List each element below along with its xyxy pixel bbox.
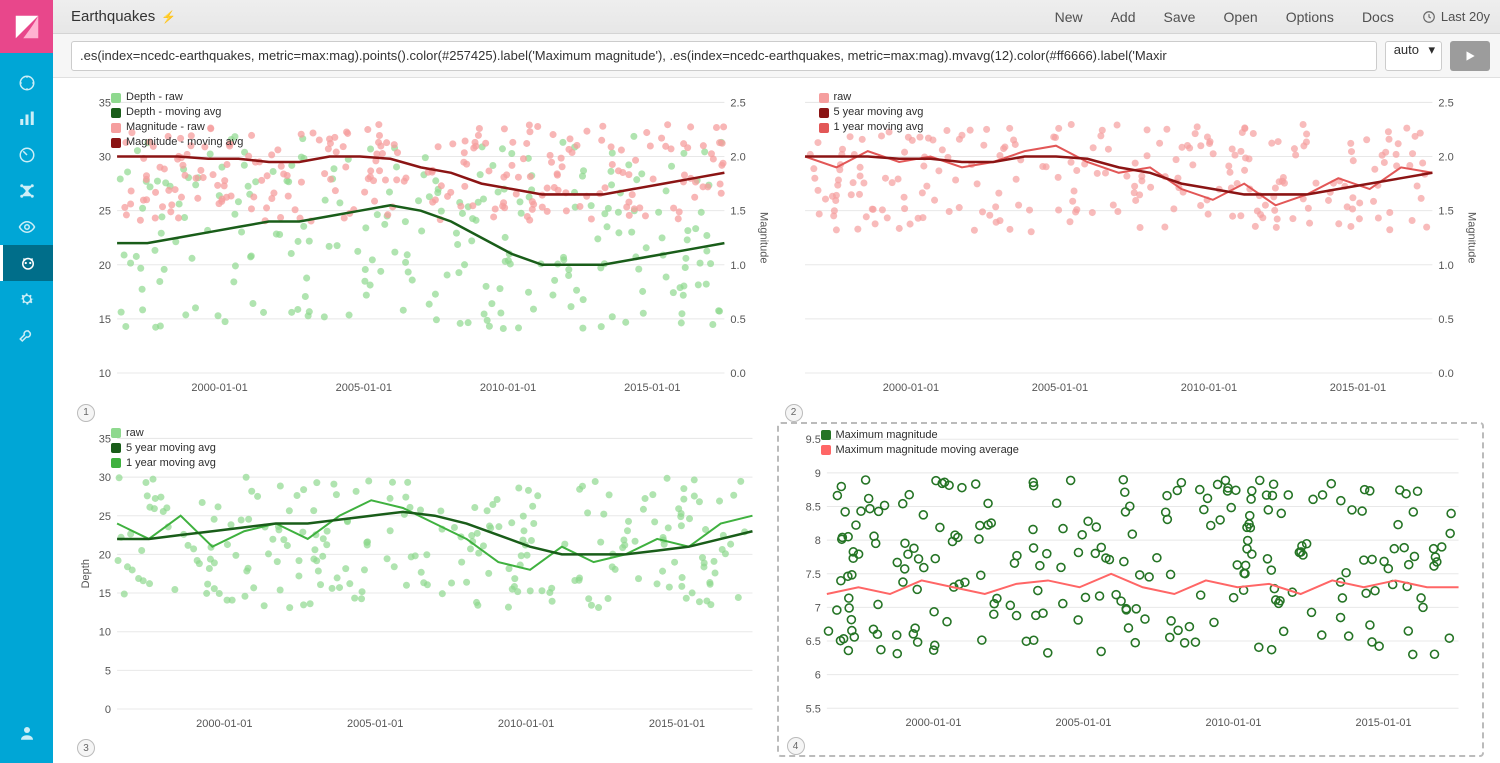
bolt-icon: ⚡ <box>161 10 176 24</box>
svg-text:2.5: 2.5 <box>730 97 745 109</box>
nav-eye-icon[interactable] <box>0 209 53 245</box>
play-icon <box>1463 49 1477 63</box>
timepicker[interactable]: Last 20y <box>1422 9 1490 24</box>
svg-text:5.5: 5.5 <box>805 703 820 715</box>
svg-text:Magnitude: Magnitude <box>1465 212 1476 263</box>
interval-select[interactable]: auto ▾ <box>1385 41 1442 71</box>
nav-discover-icon[interactable] <box>0 65 53 101</box>
nav-graph-icon[interactable] <box>0 173 53 209</box>
nav-visualize-icon[interactable] <box>0 101 53 137</box>
panel-badge: 4 <box>787 737 805 755</box>
svg-text:20: 20 <box>99 260 111 272</box>
sidebar <box>0 0 53 763</box>
svg-text:0.5: 0.5 <box>730 314 745 326</box>
svg-text:0.0: 0.0 <box>1438 368 1453 380</box>
svg-text:2.0: 2.0 <box>730 152 745 164</box>
svg-text:0.5: 0.5 <box>1438 314 1453 326</box>
action-options[interactable]: Options <box>1286 9 1334 25</box>
action-docs[interactable]: Docs <box>1362 9 1394 25</box>
action-open[interactable]: Open <box>1223 9 1257 25</box>
svg-text:Magnitude: Magnitude <box>757 212 768 263</box>
svg-text:2015-01-01: 2015-01-01 <box>624 382 680 394</box>
action-add[interactable]: Add <box>1111 9 1136 25</box>
run-button[interactable] <box>1450 41 1490 71</box>
panel-badge: 3 <box>77 739 95 757</box>
svg-text:20: 20 <box>99 549 111 561</box>
svg-text:2000-01-01: 2000-01-01 <box>882 382 938 394</box>
nav-wrench-icon[interactable] <box>0 317 53 353</box>
svg-text:9: 9 <box>814 467 820 479</box>
svg-text:10: 10 <box>99 368 111 380</box>
chart-panel-2[interactable]: raw5 year moving avg1 year moving avg0.0… <box>777 86 1485 422</box>
svg-text:1.5: 1.5 <box>730 206 745 218</box>
svg-text:2000-01-01: 2000-01-01 <box>191 382 247 394</box>
svg-text:15: 15 <box>99 314 111 326</box>
svg-text:2010-01-01: 2010-01-01 <box>480 382 536 394</box>
chart-panel-1[interactable]: Depth - rawDepth - moving avgMagnitude -… <box>69 86 777 422</box>
svg-text:2.5: 2.5 <box>1438 97 1453 109</box>
svg-text:1.5: 1.5 <box>1438 206 1453 218</box>
action-save[interactable]: Save <box>1164 9 1196 25</box>
svg-text:0.0: 0.0 <box>730 368 745 380</box>
svg-text:35: 35 <box>99 433 111 445</box>
svg-text:8: 8 <box>814 535 820 547</box>
svg-text:2015-01-01: 2015-01-01 <box>1329 382 1385 394</box>
chart-grid: Depth - rawDepth - moving avgMagnitude -… <box>53 78 1500 763</box>
panel-badge: 2 <box>785 404 803 422</box>
svg-text:2015-01-01: 2015-01-01 <box>1355 717 1411 729</box>
svg-text:2010-01-01: 2010-01-01 <box>498 718 554 730</box>
svg-text:2015-01-01: 2015-01-01 <box>649 718 705 730</box>
query-input[interactable] <box>71 41 1377 71</box>
chart-panel-4[interactable]: Maximum magnitudeMaximum magnitude movin… <box>777 422 1485 758</box>
svg-text:9.5: 9.5 <box>805 434 820 446</box>
svg-text:2005-01-01: 2005-01-01 <box>1055 717 1111 729</box>
kibana-logo[interactable] <box>0 0 53 53</box>
svg-text:2005-01-01: 2005-01-01 <box>347 718 403 730</box>
svg-text:5: 5 <box>105 665 111 677</box>
clock-icon <box>1422 10 1436 24</box>
svg-text:30: 30 <box>99 152 111 164</box>
svg-text:2000-01-01: 2000-01-01 <box>905 717 961 729</box>
nav-user-icon[interactable] <box>0 715 53 751</box>
chart-panel-3[interactable]: raw5 year moving avg1 year moving avg051… <box>69 422 777 758</box>
svg-text:7.5: 7.5 <box>805 568 820 580</box>
svg-text:6: 6 <box>814 669 820 681</box>
svg-text:Depth: Depth <box>80 559 92 588</box>
nav-gear-icon[interactable] <box>0 281 53 317</box>
svg-text:15: 15 <box>99 588 111 600</box>
svg-text:2000-01-01: 2000-01-01 <box>196 718 252 730</box>
svg-text:2005-01-01: 2005-01-01 <box>336 382 392 394</box>
nav-dashboard-icon[interactable] <box>0 137 53 173</box>
action-new[interactable]: New <box>1055 9 1083 25</box>
svg-text:25: 25 <box>99 510 111 522</box>
svg-text:10: 10 <box>99 626 111 638</box>
svg-text:30: 30 <box>99 472 111 484</box>
nav-icons <box>0 53 53 715</box>
svg-text:1.0: 1.0 <box>730 260 745 272</box>
svg-text:7: 7 <box>814 602 820 614</box>
querybar: auto ▾ <box>53 34 1500 78</box>
panel-badge: 1 <box>77 404 95 422</box>
page-title: Earthquakes ⚡ <box>71 8 176 25</box>
svg-text:2010-01-01: 2010-01-01 <box>1205 717 1261 729</box>
svg-text:0: 0 <box>105 704 111 716</box>
svg-text:6.5: 6.5 <box>805 636 820 648</box>
svg-text:35: 35 <box>99 97 111 109</box>
svg-text:2010-01-01: 2010-01-01 <box>1180 382 1236 394</box>
svg-text:2.0: 2.0 <box>1438 152 1453 164</box>
nav-timelion-icon[interactable] <box>0 245 53 281</box>
svg-text:25: 25 <box>99 206 111 218</box>
svg-text:2005-01-01: 2005-01-01 <box>1031 382 1087 394</box>
svg-text:8.5: 8.5 <box>805 501 820 513</box>
topbar: Earthquakes ⚡ New Add Save Open Options … <box>53 0 1500 34</box>
svg-text:1.0: 1.0 <box>1438 260 1453 272</box>
